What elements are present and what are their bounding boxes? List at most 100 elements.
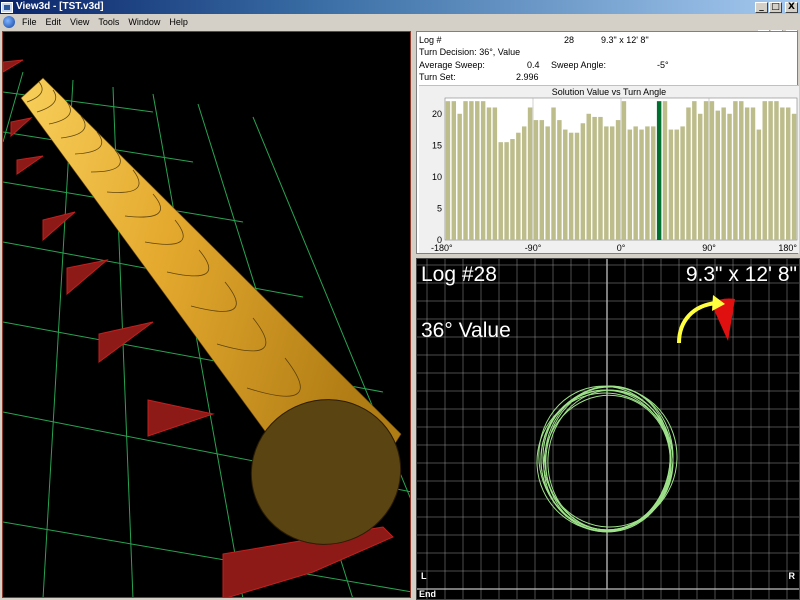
chart-bar [680,126,685,240]
avg-sweep-value: 0.4 [527,60,540,70]
log-number: 28 [564,35,575,45]
chart-ytick-label: 15 [432,140,442,150]
chart-xtick-label: 180° [778,243,797,253]
corner-left-label: L [421,571,427,581]
turn-set-label: Turn Set: [419,72,456,82]
chart-bar [697,113,703,240]
chart-bar [521,126,527,240]
chart-bar [768,101,773,241]
chart-bar [674,129,679,240]
chart-bar [604,126,609,240]
chart-bar [492,107,498,240]
chart-bar [568,132,574,240]
menu-view[interactable]: View [67,17,95,27]
chart-bar [651,126,656,240]
menu-window[interactable]: Window [125,17,166,27]
menu-file[interactable]: File [19,17,43,27]
end-view-label: End [419,589,436,599]
document-icon[interactable] [3,16,15,28]
chart-bar [463,101,468,241]
chart-bar [621,101,627,241]
scan-contour [538,385,672,531]
avg-sweep-label: Average Sweep: [419,60,485,70]
chart-bar [592,116,597,240]
app-icon [1,1,13,13]
chart-bar [639,129,644,240]
chart-bar [709,101,715,241]
log-3d-view[interactable] [2,31,411,598]
chart-xtick-label: -90° [525,243,542,253]
chart-bar [692,101,697,241]
menu-tools[interactable]: Tools [95,17,125,27]
chart-bar [563,129,568,240]
chart-bar [756,129,762,240]
minimize-button[interactable]: _ [755,1,768,13]
menu-help[interactable]: Help [166,17,194,27]
turn-decision-overlay: 36° Value [421,319,511,342]
window-title: View3d - [TST.v3d] [16,1,104,12]
chart-bar [633,126,638,240]
chart-svg: Solution Value vs Turn Angle 05101520 -1… [431,87,797,253]
chart-bar [668,129,674,240]
chart-bar [516,132,521,240]
chart-bar-selected [656,101,662,241]
log-label: Log # [419,35,442,45]
chart-bar [780,107,785,240]
chart-bar [510,139,515,240]
turn-decision: Turn Decision: 36°, Value [419,47,521,57]
chart-bar [615,120,621,240]
chart-bar [469,101,474,241]
chart-bar [445,101,451,241]
chart-bar [703,101,709,241]
corner-right-label: R [788,571,796,581]
sweep-angle-value: -5° [657,60,669,70]
menu-bar: File Edit View Tools Window Help _ ▫ X [0,14,800,40]
chart-bar [586,113,591,240]
chart-bar [750,107,756,240]
chart-bar [598,116,603,240]
chart-bar [551,107,556,240]
chart-bar [498,142,503,240]
log-3d-scene [3,59,410,597]
chart-bar [627,129,633,240]
scan-contour [545,385,671,533]
scan-contour [540,389,672,533]
close-button[interactable]: X [785,1,798,13]
chart-bar [662,101,668,241]
cross-section-svg [417,259,799,599]
chart-bar [533,120,539,240]
menu-edit[interactable]: Edit [43,17,68,27]
chart-bar [580,123,586,240]
chart-title: Solution Value vs Turn Angle [552,87,666,97]
chart-ytick-label: 10 [432,172,442,182]
chart-bar [475,101,480,241]
log-number-overlay: Log #28 [421,263,497,286]
chart-bar [486,107,492,240]
chart-bar [785,107,791,240]
chart-bar [539,120,545,240]
chart-bar [733,101,738,241]
chart-xtick-label: -180° [431,243,453,253]
right-pane: Log # 28 9.3" x 12' 8" Turn Decision: 36… [414,31,800,600]
chart-bar [686,107,691,240]
log-size: 9.3" x 12' 8" [601,35,649,45]
info-panel: Log # 28 9.3" x 12' 8" Turn Decision: 36… [416,31,799,254]
chart-bar [791,113,797,240]
sweep-angle-label: Sweep Angle: [551,60,607,70]
chart-bar [727,113,732,240]
chart-bar [715,110,721,240]
chart-bar [545,126,550,240]
maximize-button[interactable]: □ [769,1,782,13]
chart-ytick-label: 20 [432,109,442,119]
cross-section-view[interactable]: Log #28 9.3" x 12' 8" 36° Value L R End [416,258,800,600]
chart-bar [609,126,615,240]
turn-set-value: 2.996 [516,72,539,82]
title-bar: View3d - [TST.v3d] _ □ X [0,0,800,14]
chart-xtick-label: 0° [617,243,626,253]
chart-bar [762,101,767,241]
chart-bar [574,132,580,240]
chart-bar [557,120,562,240]
chart-bar [744,107,750,240]
chart-bar [504,142,509,240]
log-size-overlay: 9.3" x 12' 8" [685,263,797,286]
